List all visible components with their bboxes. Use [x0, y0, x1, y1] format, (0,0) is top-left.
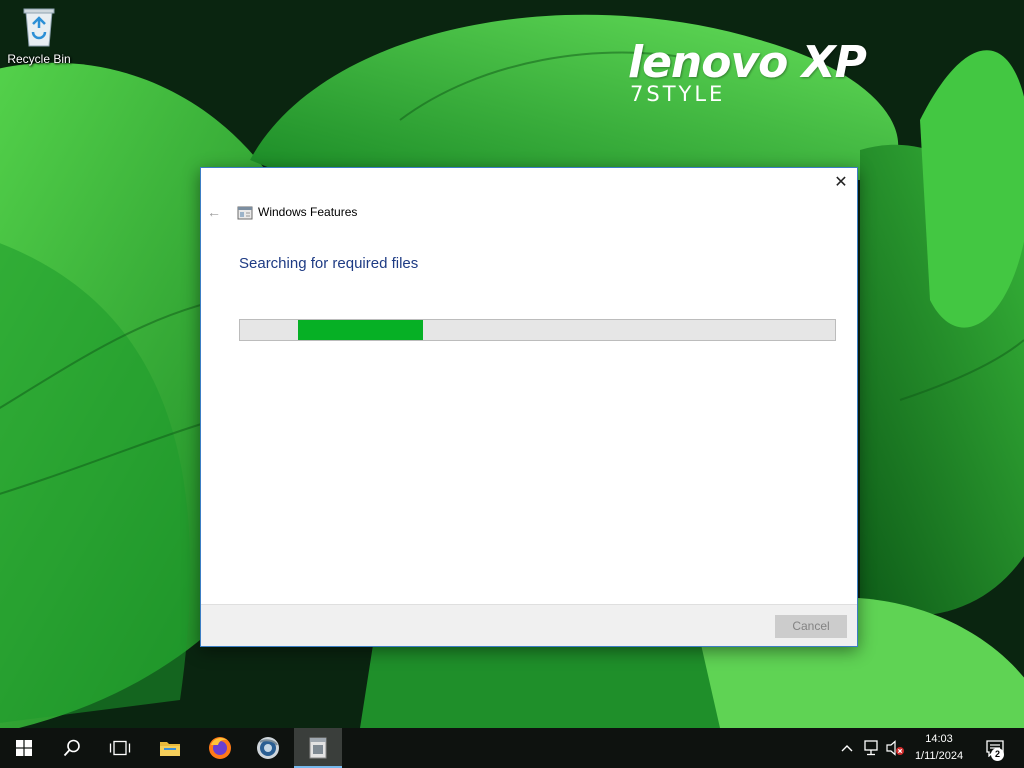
volume-muted-icon — [886, 740, 904, 756]
logo-brand-text: lenovo XP — [628, 37, 867, 88]
logo-subtitle-text: 7STYLE — [630, 82, 726, 106]
clock-time: 14:03 — [925, 733, 953, 745]
network-tray-button[interactable] — [860, 728, 882, 768]
clock-date: 1/11/2024 — [914, 750, 964, 762]
task-view-button[interactable] — [96, 728, 144, 768]
dialog-title: Windows Features — [258, 205, 358, 219]
taskbar-clock[interactable]: 14:03 1/11/2024 — [906, 731, 972, 765]
windows-logo-icon — [16, 740, 32, 756]
recycle-bin-label: Recycle Bin — [7, 52, 71, 66]
notification-count-badge: 2 — [991, 748, 1004, 761]
progress-bar-fill — [298, 320, 423, 340]
firefox-button[interactable] — [196, 728, 244, 768]
progress-bar — [239, 319, 836, 341]
desktop: Recycle Bin lenovo XP 7STYLE ✕ ← Windows… — [0, 0, 1024, 728]
taskbar: 14:03 1/11/2024 2 — [0, 728, 1024, 768]
task-view-icon — [109, 740, 131, 756]
status-heading: Searching for required files — [239, 255, 419, 272]
start-button[interactable] — [0, 728, 48, 768]
windows-features-icon — [237, 206, 253, 220]
chevron-up-icon — [841, 745, 853, 752]
recycle-bin-icon — [23, 8, 55, 47]
folder-icon — [160, 742, 180, 756]
close-icon: ✕ — [834, 174, 848, 191]
search-icon — [63, 739, 80, 757]
browser-button[interactable] — [244, 728, 292, 768]
search-button[interactable] — [48, 728, 96, 768]
network-icon — [864, 740, 878, 756]
file-explorer-button[interactable] — [146, 728, 194, 768]
close-button[interactable]: ✕ — [825, 168, 857, 198]
windows-features-taskbar-button[interactable] — [294, 728, 342, 768]
back-arrow-icon: ← — [207, 204, 221, 220]
recycle-bin-shortcut[interactable]: Recycle Bin — [4, 6, 74, 76]
dialog-footer: Cancel — [201, 604, 857, 646]
show-hidden-icons-button[interactable] — [838, 728, 856, 768]
windows-features-icon — [309, 737, 327, 759]
globe-icon — [257, 737, 279, 759]
cancel-button[interactable]: Cancel — [775, 615, 847, 638]
volume-tray-button[interactable] — [884, 728, 906, 768]
wallpaper-logo: lenovo XP 7STYLE — [628, 38, 958, 108]
back-button[interactable]: ← — [207, 202, 223, 222]
firefox-icon — [209, 737, 231, 759]
windows-features-dialog: ✕ ← Windows Features Searching for requi… — [200, 167, 858, 647]
